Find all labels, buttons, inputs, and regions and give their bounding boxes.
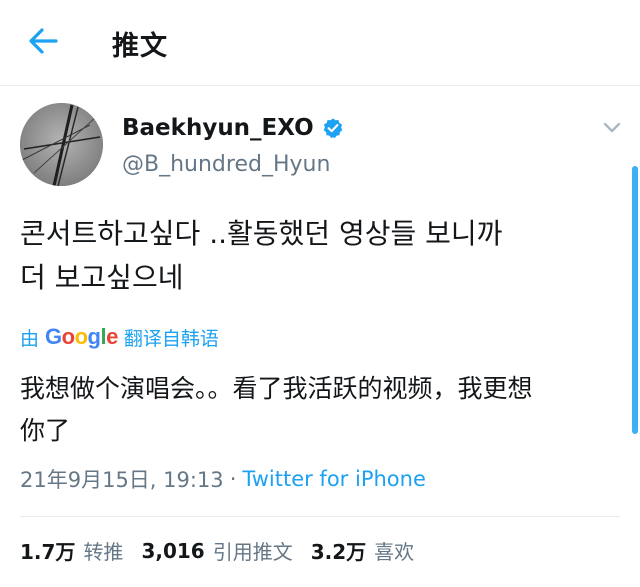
meta-separator: · xyxy=(229,467,237,491)
avatar-image xyxy=(20,103,103,186)
retweets-stat[interactable]: 1.7万 转推 xyxy=(20,536,123,565)
display-name[interactable]: Baekhyun_EXO xyxy=(122,115,314,141)
engagement-stats: 1.7万 转推 3,016 引用推文 3.2万 喜欢 xyxy=(20,536,432,565)
google-logo: Google xyxy=(45,324,118,349)
tweet-text-line: 콘서트하고싶다 ..활동했던 영상들 보니까 xyxy=(20,217,503,250)
divider xyxy=(20,516,620,517)
user-handle[interactable]: @B_hundred_Hyun xyxy=(122,152,330,177)
avatar[interactable] xyxy=(20,103,103,186)
top-bar: 推文 xyxy=(0,0,640,86)
retweets-label: 转推 xyxy=(83,540,124,564)
translate-by-label: 由 xyxy=(20,327,40,350)
author-name-row[interactable]: Baekhyun_EXO xyxy=(122,113,344,143)
translated-text-line: 你了 xyxy=(20,416,71,445)
likes-stat[interactable]: 3.2万 喜欢 xyxy=(311,536,414,565)
translated-text: 我想做个演唱会。。看了我活跃的视频，我更想 你了 xyxy=(20,368,620,452)
tweet-source-link[interactable]: Twitter for iPhone xyxy=(242,467,426,491)
retweets-count: 1.7万 xyxy=(20,540,76,564)
chevron-down-icon[interactable] xyxy=(600,118,624,138)
quotes-count: 3,016 xyxy=(141,538,205,563)
likes-label: 喜欢 xyxy=(374,540,415,564)
translate-link[interactable]: 由 Google 翻译自韩语 xyxy=(20,321,219,353)
tweet-text-line: 더 보고싶으네 xyxy=(20,261,184,294)
page-title: 推文 xyxy=(112,31,168,62)
translate-source-label: 翻译自韩语 xyxy=(123,327,219,350)
translated-text-line: 我想做个演唱会。。看了我活跃的视频，我更想 xyxy=(20,374,533,403)
tweet-meta: 21年9月15日, 19:13 · Twitter for iPhone xyxy=(20,464,426,494)
quotes-stat[interactable]: 3,016 引用推文 xyxy=(141,536,292,565)
quotes-label: 引用推文 xyxy=(212,540,293,564)
likes-count: 3.2万 xyxy=(310,540,367,564)
back-arrow-icon[interactable] xyxy=(22,24,62,58)
scrollbar[interactable] xyxy=(632,166,638,434)
tweet-text: 콘서트하고싶다 ..활동했던 영상들 보니까 더 보고싶으네 xyxy=(20,212,620,300)
tweet-timestamp[interactable]: 21年9月15日, 19:13 xyxy=(20,464,224,494)
verified-badge-icon xyxy=(323,118,343,139)
